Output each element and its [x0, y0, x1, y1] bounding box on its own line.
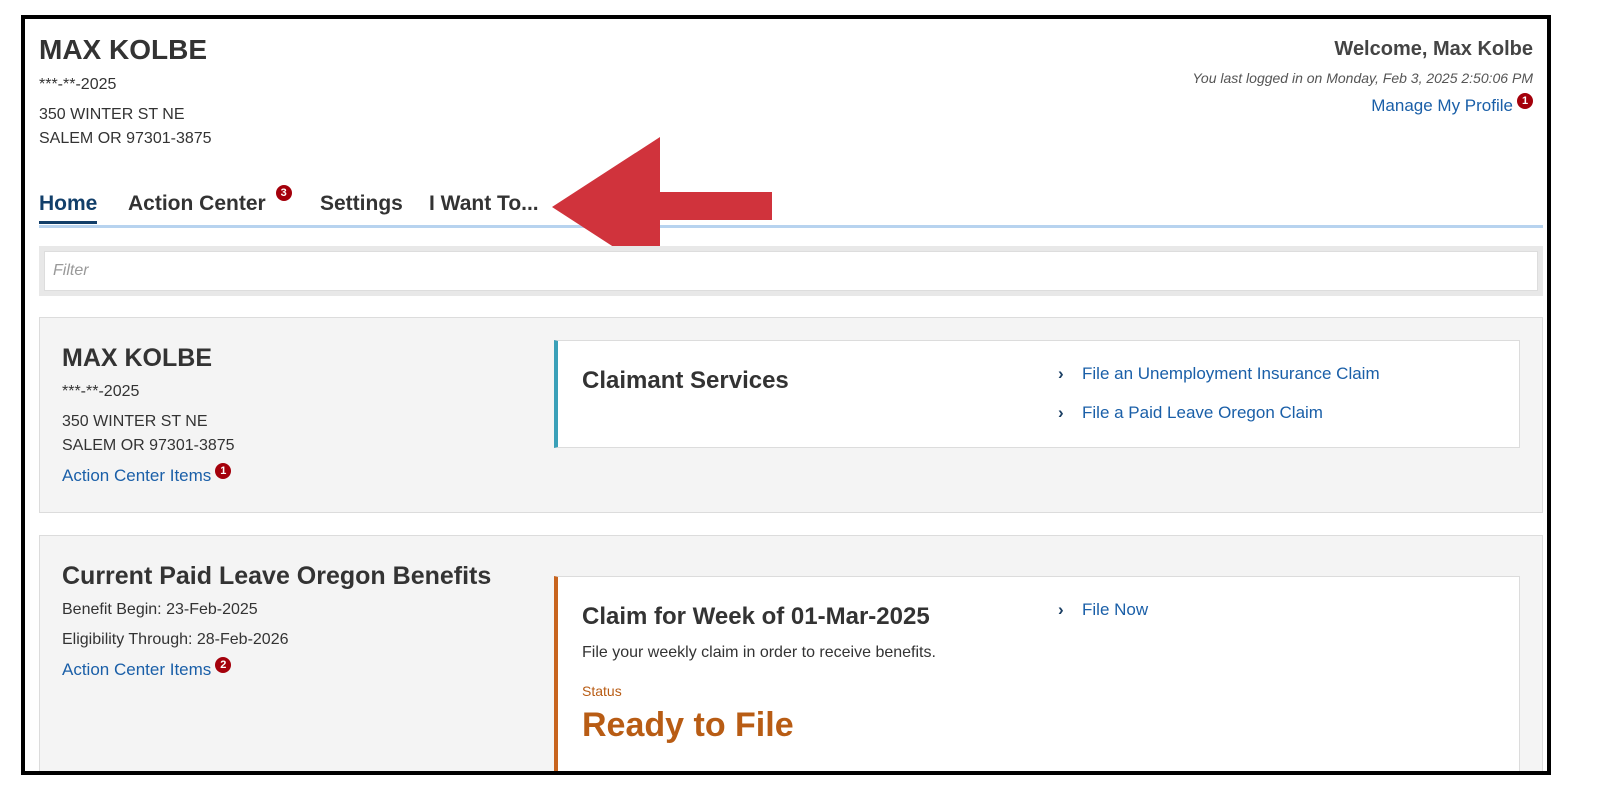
claimant-services-card: Claimant Services › File an Unemployment …	[554, 340, 1520, 448]
page-frame: MAX KOLBE ***-**-2025 350 WINTER ST NE S…	[21, 15, 1551, 775]
notification-badge: 3	[275, 185, 292, 201]
status-value: Ready to File	[582, 706, 794, 744]
file-paid-leave-claim-link[interactable]: › File a Paid Leave Oregon Claim	[1058, 400, 1380, 426]
user-name: MAX KOLBE	[39, 34, 207, 65]
chevron-right-icon: ›	[1058, 364, 1064, 383]
weekly-claim-description: File your weekly claim in order to recei…	[582, 644, 936, 661]
filter-input[interactable]	[44, 251, 1538, 291]
file-now-link[interactable]: › File Now	[1058, 597, 1148, 623]
file-paid-leave-claim-label: File a Paid Leave Oregon Claim	[1082, 403, 1323, 422]
notification-badge: 1	[1517, 93, 1533, 110]
manage-profile-label: Manage My Profile	[1371, 96, 1513, 115]
account-address-line1: 350 WINTER ST NE	[62, 413, 208, 430]
tab-settings-label: Settings	[320, 192, 403, 215]
weekly-claim-card: Claim for Week of 01-Mar-2025 File your …	[554, 576, 1520, 771]
user-ssn: ***-**-2025	[39, 76, 117, 93]
file-ui-claim-link[interactable]: › File an Unemployment Insurance Claim	[1058, 361, 1380, 387]
claimant-services-title: Claimant Services	[582, 367, 789, 394]
account-address-line2: SALEM OR 97301-3875	[62, 437, 235, 454]
weekly-claim-title: Claim for Week of 01-Mar-2025	[582, 603, 930, 630]
eligibility-through: Eligibility Through: 28-Feb-2026	[62, 631, 289, 648]
tab-settings[interactable]: Settings	[320, 189, 403, 219]
claimant-services-links: › File an Unemployment Insurance Claim › F…	[1058, 361, 1380, 439]
main-tabs: Home Action Center 3 Settings I Want To.…	[39, 181, 1543, 228]
status-label: Status	[582, 683, 622, 699]
tab-i-want-to-label: I Want To...	[429, 192, 539, 215]
chevron-right-icon: ›	[1058, 600, 1064, 619]
header-user-info: MAX KOLBE ***-**-2025 350 WINTER ST NE S…	[39, 33, 212, 151]
tab-i-want-to[interactable]: I Want To...	[429, 189, 539, 219]
filter-bar	[39, 246, 1543, 296]
manage-profile-link[interactable]: Manage My Profile 1	[1192, 93, 1533, 119]
action-center-items-link[interactable]: Action Center Items 2	[62, 657, 532, 683]
action-center-items-label: Action Center Items	[62, 660, 212, 679]
welcome-text: Welcome, Max Kolbe	[1334, 38, 1533, 60]
tab-home-label: Home	[39, 192, 98, 215]
action-center-items-link[interactable]: Action Center Items 1	[62, 463, 532, 489]
account-ssn: ***-**-2025	[62, 383, 140, 400]
account-name: MAX KOLBE	[62, 344, 212, 372]
last-login-text: You last logged in on Monday, Feb 3, 202…	[1192, 70, 1533, 86]
weekly-claim-links: › File Now	[1058, 597, 1148, 636]
benefit-begin: Benefit Begin: 23-Feb-2025	[62, 601, 258, 618]
tab-action-center[interactable]: Action Center 3	[128, 185, 292, 219]
benefits-panel: Current Paid Leave Oregon Benefits Benef…	[39, 535, 1543, 771]
file-now-label: File Now	[1082, 600, 1149, 619]
tab-home[interactable]: Home	[39, 189, 98, 224]
welcome-block: Welcome, Max Kolbe You last logged in on…	[1192, 35, 1533, 119]
account-summary: MAX KOLBE ***-**-2025 350 WINTER ST NE S…	[62, 342, 532, 489]
user-address-line1: 350 WINTER ST NE	[39, 106, 185, 123]
action-center-items-label: Action Center Items	[62, 466, 212, 485]
benefits-summary: Current Paid Leave Oregon Benefits Benef…	[62, 560, 532, 683]
account-panel: MAX KOLBE ***-**-2025 350 WINTER ST NE S…	[39, 317, 1543, 513]
notification-badge: 1	[215, 463, 232, 480]
notification-badge: 2	[215, 657, 232, 674]
chevron-right-icon: ›	[1058, 403, 1064, 422]
benefits-title: Current Paid Leave Oregon Benefits	[62, 562, 492, 590]
tab-action-center-label: Action Center	[128, 192, 266, 215]
user-address-line2: SALEM OR 97301-3875	[39, 130, 212, 147]
file-ui-claim-label: File an Unemployment Insurance Claim	[1082, 364, 1380, 383]
